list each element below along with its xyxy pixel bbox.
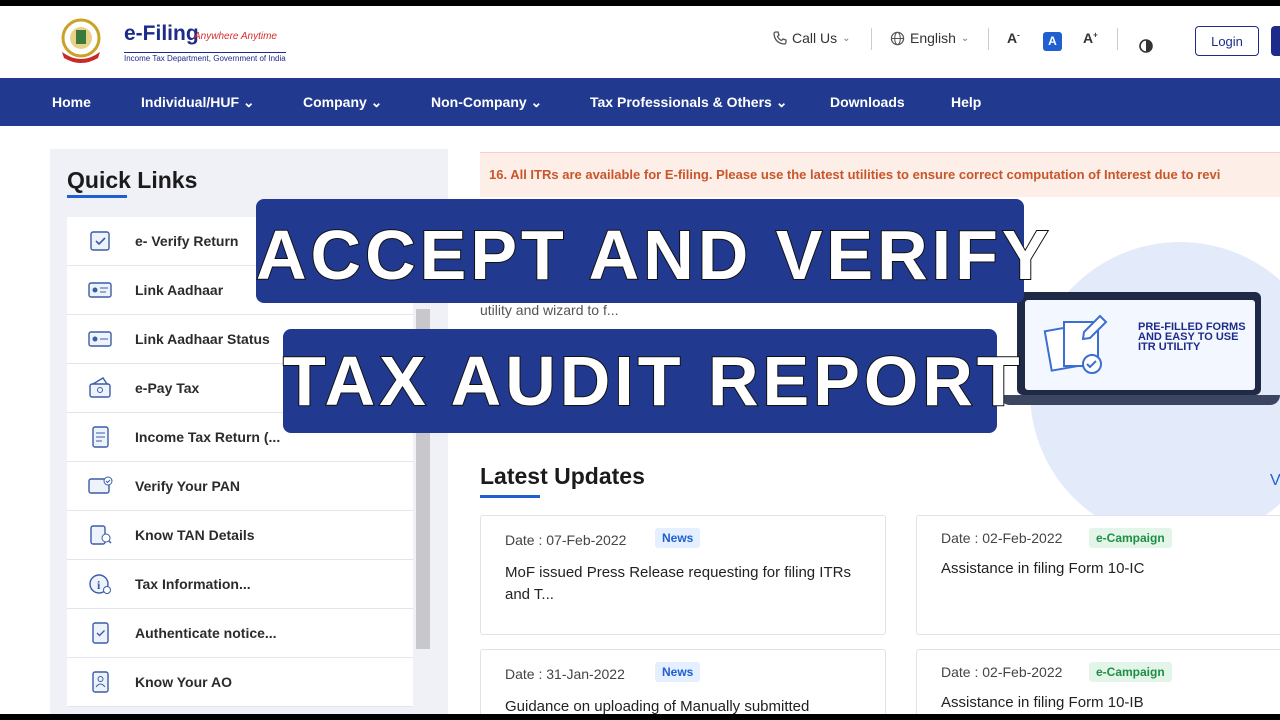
main-nav: Home Individual/HUF ⌄ Company ⌄ Non-Comp… (0, 78, 1280, 126)
quick-link-label: e-Pay Tax (135, 380, 200, 396)
nav-tax-professionals[interactable]: Tax Professionals & Others ⌄ (590, 94, 787, 111)
register-button[interactable] (1271, 26, 1280, 56)
chevron-down-icon: ⌄ (960, 32, 970, 44)
laptop-base (1000, 395, 1280, 405)
emblem-icon (61, 18, 101, 63)
view-all-link[interactable]: V (1270, 472, 1280, 490)
font-normal-button[interactable]: A (1043, 32, 1062, 51)
update-card[interactable]: Date : 07-Feb-2022 News MoF issued Press… (480, 515, 886, 635)
aadhaar-card-icon (88, 282, 112, 298)
update-card[interactable]: Date : 02-Feb-2022 e-Campaign Assistance… (916, 515, 1280, 635)
nav-company[interactable]: Company ⌄ (303, 94, 382, 111)
divider (1117, 28, 1118, 50)
notice-document-icon (92, 622, 109, 644)
forms-illustration-icon (1043, 314, 1108, 374)
e-campaign-badge: e-Campaign (1089, 528, 1172, 548)
nav-home[interactable]: Home (52, 94, 91, 110)
nav-individual-huf[interactable]: Individual/HUF ⌄ (141, 94, 255, 111)
pay-tax-icon (89, 377, 111, 398)
divider (871, 28, 872, 50)
top-header: e-Filing Anywhere Anytime Income Tax Dep… (0, 6, 1280, 78)
hero-description: utility and wizard to f... (480, 302, 619, 318)
overlay-banner-bottom: TAX AUDIT REPORT (282, 329, 1024, 433)
news-badge: News (655, 528, 701, 548)
overlay-title-line-2: TAX AUDIT REPORT (282, 341, 1024, 421)
update-card[interactable]: Date : 02-Feb-2022 e-Campaign Assistance… (916, 649, 1280, 714)
update-title: Assistance in filing Form 10-IB (941, 694, 1144, 711)
notice-ticker[interactable]: 16. All ITRs are available for E-filing.… (480, 152, 1280, 197)
verify-return-icon (90, 231, 110, 251)
latest-updates-title: Latest Updates (480, 463, 645, 489)
update-date: Date : 02-Feb-2022 (941, 530, 1063, 546)
quick-link-label: Tax Information... (135, 576, 251, 592)
tan-document-icon (90, 525, 112, 545)
update-date: Date : 07-Feb-2022 (505, 532, 627, 548)
update-date: Date : 02-Feb-2022 (941, 664, 1063, 680)
quick-link-label: Income Tax Return (... (135, 429, 281, 445)
news-badge: News (655, 662, 701, 682)
quick-link-authenticate-notice[interactable]: Authenticate notice... (67, 609, 413, 658)
call-us-menu[interactable]: Call Us ⌄ (773, 30, 851, 46)
officer-document-icon (92, 671, 109, 693)
overlay-banner-top: ACCEPT AND VERIFY (255, 199, 1053, 303)
quick-link-know-tan[interactable]: Know TAN Details (67, 511, 413, 560)
quick-links-title: Quick Links (67, 167, 198, 193)
logo-tagline: Anywhere Anytime (194, 31, 277, 42)
efiling-logo[interactable]: e-Filing Anywhere Anytime Income Tax Dep… (54, 16, 314, 68)
quick-link-verify-pan[interactable]: Verify Your PAN (67, 462, 413, 511)
phone-icon (773, 31, 787, 45)
globe-icon (890, 31, 905, 45)
update-date: Date : 31-Jan-2022 (505, 666, 625, 682)
update-title: Assistance in filing Form 10-IC (941, 560, 1145, 577)
language-label: English (910, 30, 956, 46)
nav-help[interactable]: Help (951, 94, 981, 110)
page: e-Filing Anywhere Anytime Income Tax Dep… (0, 6, 1280, 714)
logo-subtitle: Income Tax Department, Government of Ind… (124, 52, 286, 63)
language-selector[interactable]: English ⌄ (890, 30, 969, 46)
call-us-label: Call Us (792, 30, 838, 46)
info-icon: i (89, 574, 111, 594)
quick-link-label: Know Your AO (135, 674, 232, 690)
quick-link-label: Link Aadhaar (135, 282, 224, 298)
divider (988, 28, 989, 50)
aadhaar-status-icon (88, 331, 112, 347)
overlay-title-line-1: ACCEPT AND VERIFY (255, 215, 1053, 295)
pan-card-icon (88, 476, 113, 494)
quick-link-tax-information[interactable]: i Tax Information... (67, 560, 413, 609)
notice-text: 16. All ITRs are available for E-filing.… (489, 167, 1221, 182)
login-button[interactable]: Login (1195, 26, 1259, 56)
return-document-icon (92, 426, 109, 448)
title-underline (480, 495, 540, 498)
font-increase-button[interactable]: A+ (1083, 30, 1098, 46)
hero-image-caption: PRE-FILLED FORMS AND EASY TO USE ITR UTI… (1138, 321, 1246, 353)
quick-link-label: Authenticate notice... (135, 625, 277, 641)
e-campaign-badge: e-Campaign (1089, 662, 1172, 682)
logo-title: e-Filing (124, 22, 199, 45)
quick-link-label: Verify Your PAN (135, 478, 241, 494)
nav-non-company[interactable]: Non-Company ⌄ (431, 94, 542, 111)
chevron-down-icon: ⌄ (842, 32, 851, 44)
quick-link-label: e- Verify Return (135, 233, 239, 249)
nav-downloads[interactable]: Downloads (830, 94, 905, 110)
title-underline (67, 195, 127, 198)
quick-link-label: Link Aadhaar Status (135, 331, 270, 347)
update-card[interactable]: Date : 31-Jan-2022 News Guidance on uplo… (480, 649, 886, 714)
contrast-icon[interactable] (1138, 38, 1154, 54)
quick-link-label: Know TAN Details (135, 527, 255, 543)
font-decrease-button[interactable]: A- (1007, 30, 1020, 46)
update-title: Guidance on uploading of Manually submit… (505, 698, 810, 714)
update-title: MoF issued Press Release requesting for … (505, 564, 851, 603)
quick-link-know-your-ao[interactable]: Know Your AO (67, 658, 413, 707)
